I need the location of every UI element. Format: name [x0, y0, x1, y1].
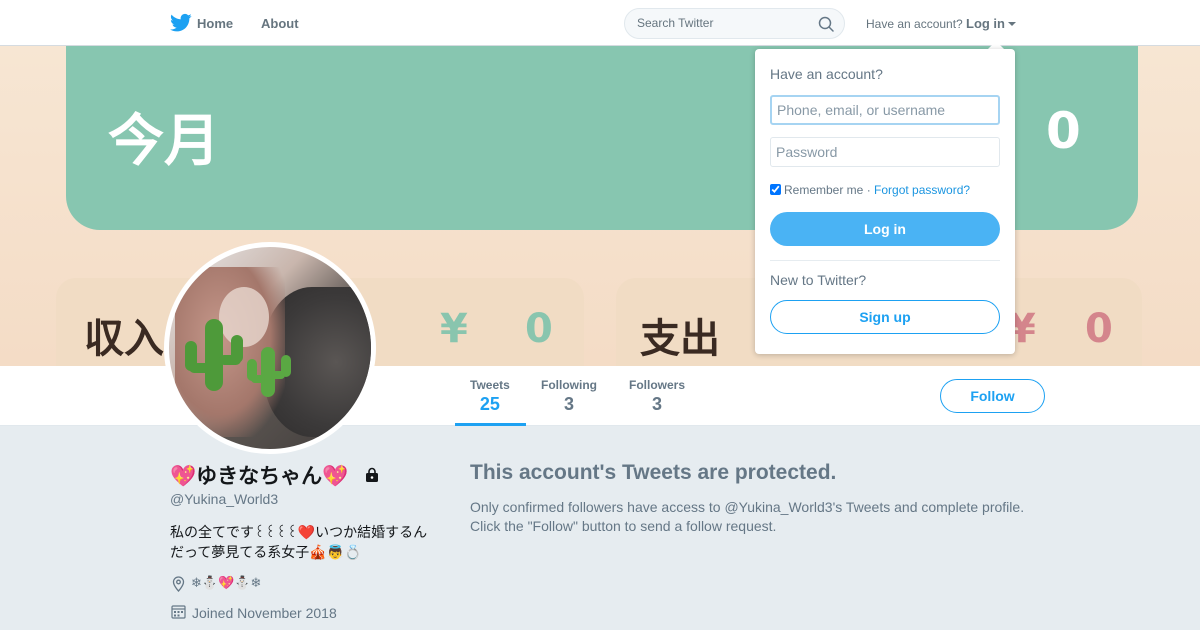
remember-separator: ·: [863, 183, 875, 197]
calendar-icon: [171, 605, 186, 619]
new-to-twitter-text: New to Twitter?: [770, 272, 867, 288]
signup-button[interactable]: Sign up: [770, 300, 1000, 334]
dropdown-divider: [770, 260, 1000, 261]
following-stat-label: Following: [541, 378, 597, 392]
cactus-icon: [185, 319, 243, 391]
login-button[interactable]: Log in: [770, 212, 1000, 246]
avatar[interactable]: [164, 242, 376, 454]
protected-message: Only confirmed followers have access to …: [470, 499, 1025, 534]
dropdown-title: Have an account?: [770, 66, 883, 82]
banner-month-value: 0: [1046, 102, 1081, 160]
forgot-password-link[interactable]: Forgot password?: [874, 183, 970, 197]
password-field[interactable]: [770, 137, 1000, 167]
active-tab-indicator: [455, 423, 526, 426]
banner-expense-value: 0: [1085, 306, 1113, 352]
login-dropdown-toggle[interactable]: Log in: [966, 16, 1005, 31]
protected-title: This account's Tweets are protected.: [470, 461, 837, 484]
banner-income-yen: ¥: [440, 306, 468, 352]
search-input[interactable]: [637, 16, 807, 30]
username-field[interactable]: [770, 95, 1000, 125]
remember-me-label[interactable]: Remember me: [784, 183, 863, 197]
banner-expense-label: 支出: [640, 316, 720, 362]
nav-home-link[interactable]: Home: [197, 16, 233, 31]
avatar-photo: [169, 247, 371, 449]
lock-icon: [366, 467, 378, 482]
remember-me-row: Remember me · Forgot password?: [770, 183, 970, 197]
tweets-stat[interactable]: Tweets 25: [470, 378, 510, 415]
banner-income-value: 0: [525, 306, 553, 352]
followers-stat[interactable]: Followers 3: [629, 378, 685, 415]
profile-joined-date: Joined November 2018: [192, 605, 337, 621]
followers-stat-label: Followers: [629, 378, 686, 392]
search-icon[interactable]: [818, 16, 834, 32]
twitter-bird-icon[interactable]: [170, 13, 192, 33]
chevron-down-icon[interactable]: [1008, 22, 1016, 26]
profile-handle[interactable]: @Yukina_World3: [170, 491, 278, 507]
location-pin-icon: [172, 576, 185, 592]
profile-name[interactable]: 💖ゆきなちゃん💖: [170, 460, 348, 490]
login-dropdown: Have an account? Remember me · Forgot pa…: [755, 49, 1015, 354]
have-account-text: Have an account?: [866, 17, 963, 31]
follow-button[interactable]: Follow: [940, 379, 1045, 413]
profile-bio: 私の全てです꒰꒰꒰꒰❤️いつか結婚するんだって夢見てる系女子🎪👼💍: [170, 524, 428, 560]
following-stat[interactable]: Following 3: [541, 378, 597, 415]
banner-income-label: 収入: [84, 316, 164, 362]
tweets-stat-label: Tweets: [470, 378, 510, 392]
remember-me-checkbox[interactable]: [770, 184, 781, 195]
banner-month-label: 今月: [108, 109, 220, 174]
following-stat-value: 3: [563, 394, 574, 414]
nav-about-link[interactable]: About: [261, 16, 299, 31]
search-box[interactable]: [624, 8, 845, 39]
tweets-stat-value: 25: [479, 394, 500, 414]
cactus-icon: [247, 347, 291, 397]
profile-location: ❄⛄💖⛄❄: [191, 575, 262, 590]
top-nav-bar: Home About Have an account? Log in: [0, 0, 1200, 46]
followers-stat-value: 3: [652, 394, 663, 414]
dropdown-caret: [988, 41, 1004, 49]
